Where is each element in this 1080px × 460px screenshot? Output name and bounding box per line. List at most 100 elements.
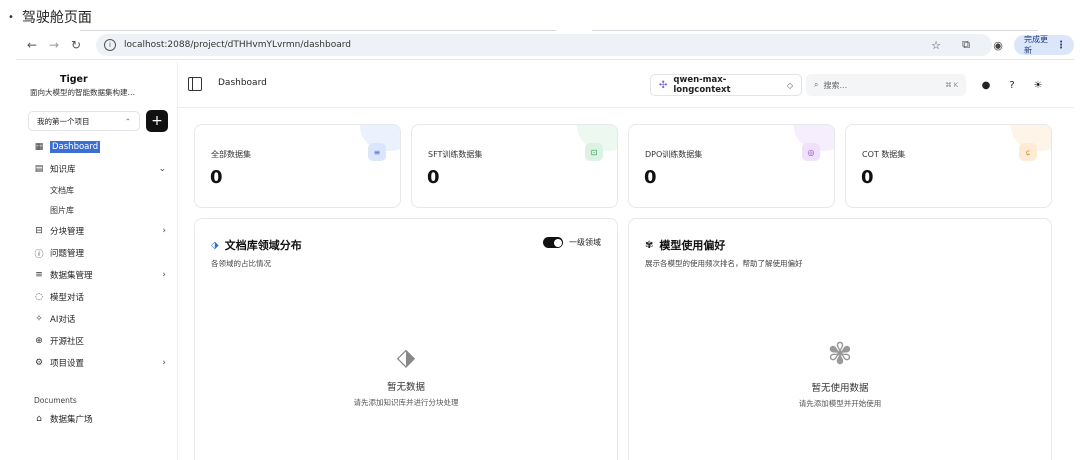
brand-name: Tiger bbox=[60, 74, 88, 85]
chip-icon: ⊡ bbox=[585, 143, 603, 161]
back-arrow-icon[interactable]: ← bbox=[24, 37, 40, 53]
search-icon: ⌕ bbox=[814, 80, 819, 89]
stat-label: COT 数据集 bbox=[862, 150, 906, 159]
updown-chevron-icon: ◇ bbox=[786, 80, 793, 90]
sidebar: Tiger 面向大模型的智能数据集构建… 我的第一个项目 ⌃ + ▦ Dashb… bbox=[16, 62, 178, 460]
panel-title: ✾ 模型使用偏好 bbox=[645, 237, 725, 253]
question-icon: ⓘ bbox=[34, 249, 44, 260]
panel-subtitle: 展示各模型的使用频次排名，帮助了解使用偏好 bbox=[645, 259, 803, 268]
chunk-icon: ⊟ bbox=[35, 226, 43, 236]
sidebar-nav: ▦ Dashboard ▤ 知识库 ⌄ 文档库 图片库 ⊟ 分块管理 › ⓘ 问… bbox=[28, 136, 170, 430]
toggle-switch[interactable] bbox=[543, 237, 563, 248]
store-icon: ⌂ bbox=[36, 414, 42, 424]
search-placeholder: 搜索... bbox=[823, 80, 848, 90]
settings-icon: ⚙ bbox=[34, 358, 44, 368]
url-text[interactable]: localhost:2088/project/dTHHvmYLvrmn/dash… bbox=[124, 40, 351, 50]
bullet: • bbox=[8, 11, 14, 23]
chevron-right-icon: › bbox=[162, 226, 166, 236]
sidebar-item-label: AI对话 bbox=[50, 315, 76, 325]
reload-icon[interactable]: ↻ bbox=[68, 37, 84, 53]
sidebar-item-label: 模型对话 bbox=[50, 293, 85, 303]
empty-subtitle: 请先添加模型并开始使用 bbox=[798, 399, 882, 408]
browser-toolbar: ← → ↻ i localhost:2088/project/dTHHvmYLv… bbox=[16, 30, 1074, 60]
update-button[interactable]: 完成更新 ⋮ bbox=[1014, 35, 1074, 55]
sidebar-item-ai-chat[interactable]: ✧ AI对话 bbox=[28, 308, 170, 330]
chevron-right-icon: › bbox=[162, 270, 166, 280]
brain-icon: ✾ bbox=[645, 239, 654, 251]
stat-value: 0 bbox=[427, 167, 440, 188]
panel-title-text: 文档库领域分布 bbox=[224, 239, 302, 252]
profile-icon[interactable]: ◉ bbox=[990, 37, 1006, 53]
forward-arrow-icon[interactable]: → bbox=[46, 37, 62, 53]
chevron-right-icon: › bbox=[162, 358, 166, 368]
sidebar-item-chunks[interactable]: ⊟ 分块管理 › bbox=[28, 220, 170, 242]
sidebar-item-label: Dashboard bbox=[50, 141, 101, 153]
stat-card-sft-datasets: SFT训练数据集 ⊡ 0 bbox=[411, 124, 618, 208]
github-icon[interactable]: ● bbox=[979, 78, 993, 92]
search-input[interactable]: ⌕ 搜索... ⌘ K bbox=[806, 74, 966, 96]
empty-title: 暂无使用数据 bbox=[811, 383, 869, 394]
updown-chevron-icon: ⌃ bbox=[124, 116, 131, 126]
topbar: Dashboard ✣ qwen-max-longcontext ◇ ⌕ 搜索.… bbox=[178, 62, 1074, 108]
sidebar-item-label: 开源社区 bbox=[50, 337, 85, 347]
empty-subtitle: 请先添加知识库并进行分块处理 bbox=[353, 398, 459, 407]
sidebar-item-questions[interactable]: ⓘ 问题管理 bbox=[28, 242, 170, 264]
sidebar-subitem-images[interactable]: 图片库 bbox=[28, 200, 170, 220]
theme-sun-icon[interactable]: ☀ bbox=[1031, 78, 1045, 92]
tab-strip-line bbox=[80, 30, 556, 31]
stat-card-cot-datasets: COT 数据集 ɕ 0 bbox=[845, 124, 1052, 208]
bookmark-star-icon[interactable]: ☆ bbox=[928, 37, 944, 53]
tab-strip-line bbox=[592, 30, 1038, 31]
sidebar-subitem-documents[interactable]: 文档库 bbox=[28, 180, 170, 200]
update-label: 完成更新 bbox=[1024, 35, 1048, 55]
panel-subtitle: 各领域的占比情况 bbox=[211, 259, 271, 268]
model-select[interactable]: ✣ qwen-max-longcontext ◇ bbox=[650, 74, 802, 96]
help-icon[interactable]: ? bbox=[1005, 78, 1019, 92]
target-icon: ◎ bbox=[802, 143, 820, 161]
sidebar-item-knowledge-base[interactable]: ▤ 知识库 ⌄ bbox=[28, 158, 170, 180]
project-select-value: 我的第一个项目 bbox=[37, 116, 90, 126]
doc-title: 驾驶舱页面 bbox=[21, 10, 92, 26]
chat-icon: ◌ bbox=[35, 292, 43, 302]
stat-card-all-datasets: 全部数据集 ≡ 0 bbox=[194, 124, 401, 208]
stat-card-dpo-datasets: DPO训练数据集 ◎ 0 bbox=[628, 124, 835, 208]
sidebar-toggle-icon[interactable] bbox=[188, 77, 202, 91]
tags-icon: ⬗ bbox=[396, 343, 416, 371]
database-icon: ≡ bbox=[35, 270, 43, 280]
sidebar-item-project-settings[interactable]: ⚙ 项目设置 › bbox=[28, 352, 170, 374]
add-project-button[interactable]: + bbox=[146, 110, 168, 132]
brain-icon: ɕ bbox=[1019, 143, 1037, 161]
sidebar-item-label: 分块管理 bbox=[50, 227, 85, 237]
empty-title: 暂无数据 bbox=[386, 382, 425, 393]
breadcrumb: Dashboard bbox=[218, 78, 267, 88]
stat-value: 0 bbox=[644, 167, 657, 188]
sparkle-icon: ✧ bbox=[35, 314, 43, 324]
book-icon: ▤ bbox=[34, 164, 44, 174]
sidebar-item-dataset-square[interactable]: ⌂ 数据集广场 bbox=[28, 408, 170, 430]
stat-label: 全部数据集 bbox=[211, 150, 251, 159]
sidebar-item-dashboard[interactable]: ▦ Dashboard bbox=[28, 136, 170, 158]
address-bar[interactable]: i localhost:2088/project/dTHHvmYLvrmn/da… bbox=[96, 34, 992, 56]
tag-icon: ⬗ bbox=[211, 239, 219, 251]
more-menu-icon: ⋮ bbox=[1056, 39, 1066, 51]
site-info-icon[interactable]: i bbox=[104, 39, 116, 51]
sidebar-item-label: 问题管理 bbox=[50, 249, 85, 259]
sidebar-item-community[interactable]: ⊕ 开源社区 bbox=[28, 330, 170, 352]
brand: Tiger 面向大模型的智能数据集构建… bbox=[30, 74, 170, 98]
doc-heading: • 驾驶舱页面 bbox=[8, 6, 92, 28]
sidebar-item-datasets[interactable]: ≡ 数据集管理 › bbox=[28, 264, 170, 286]
sidebar-item-label: 数据集广场 bbox=[50, 415, 93, 425]
globe-icon: ⊕ bbox=[35, 336, 43, 346]
stat-label: DPO训练数据集 bbox=[645, 150, 703, 159]
search-shortcut: ⌘ K bbox=[945, 81, 958, 89]
panel-title-text: 模型使用偏好 bbox=[659, 239, 726, 252]
model-preference-panel: ✾ 模型使用偏好 展示各模型的使用频次排名，帮助了解使用偏好 ✾ 暂无使用数据 … bbox=[628, 218, 1052, 460]
model-icon: ✣ bbox=[659, 79, 668, 91]
sidebar-item-model-chat[interactable]: ◌ 模型对话 bbox=[28, 286, 170, 308]
panel-title: ⬗ 文档库领域分布 bbox=[211, 237, 302, 253]
stat-value: 0 bbox=[210, 167, 223, 188]
project-select[interactable]: 我的第一个项目 ⌃ bbox=[28, 111, 140, 131]
level-toggle[interactable]: 一级领域 bbox=[543, 237, 601, 248]
extensions-icon[interactable]: ⧉ bbox=[958, 37, 974, 53]
app: Tiger 面向大模型的智能数据集构建… 我的第一个项目 ⌃ + ▦ Dashb… bbox=[16, 62, 1074, 460]
